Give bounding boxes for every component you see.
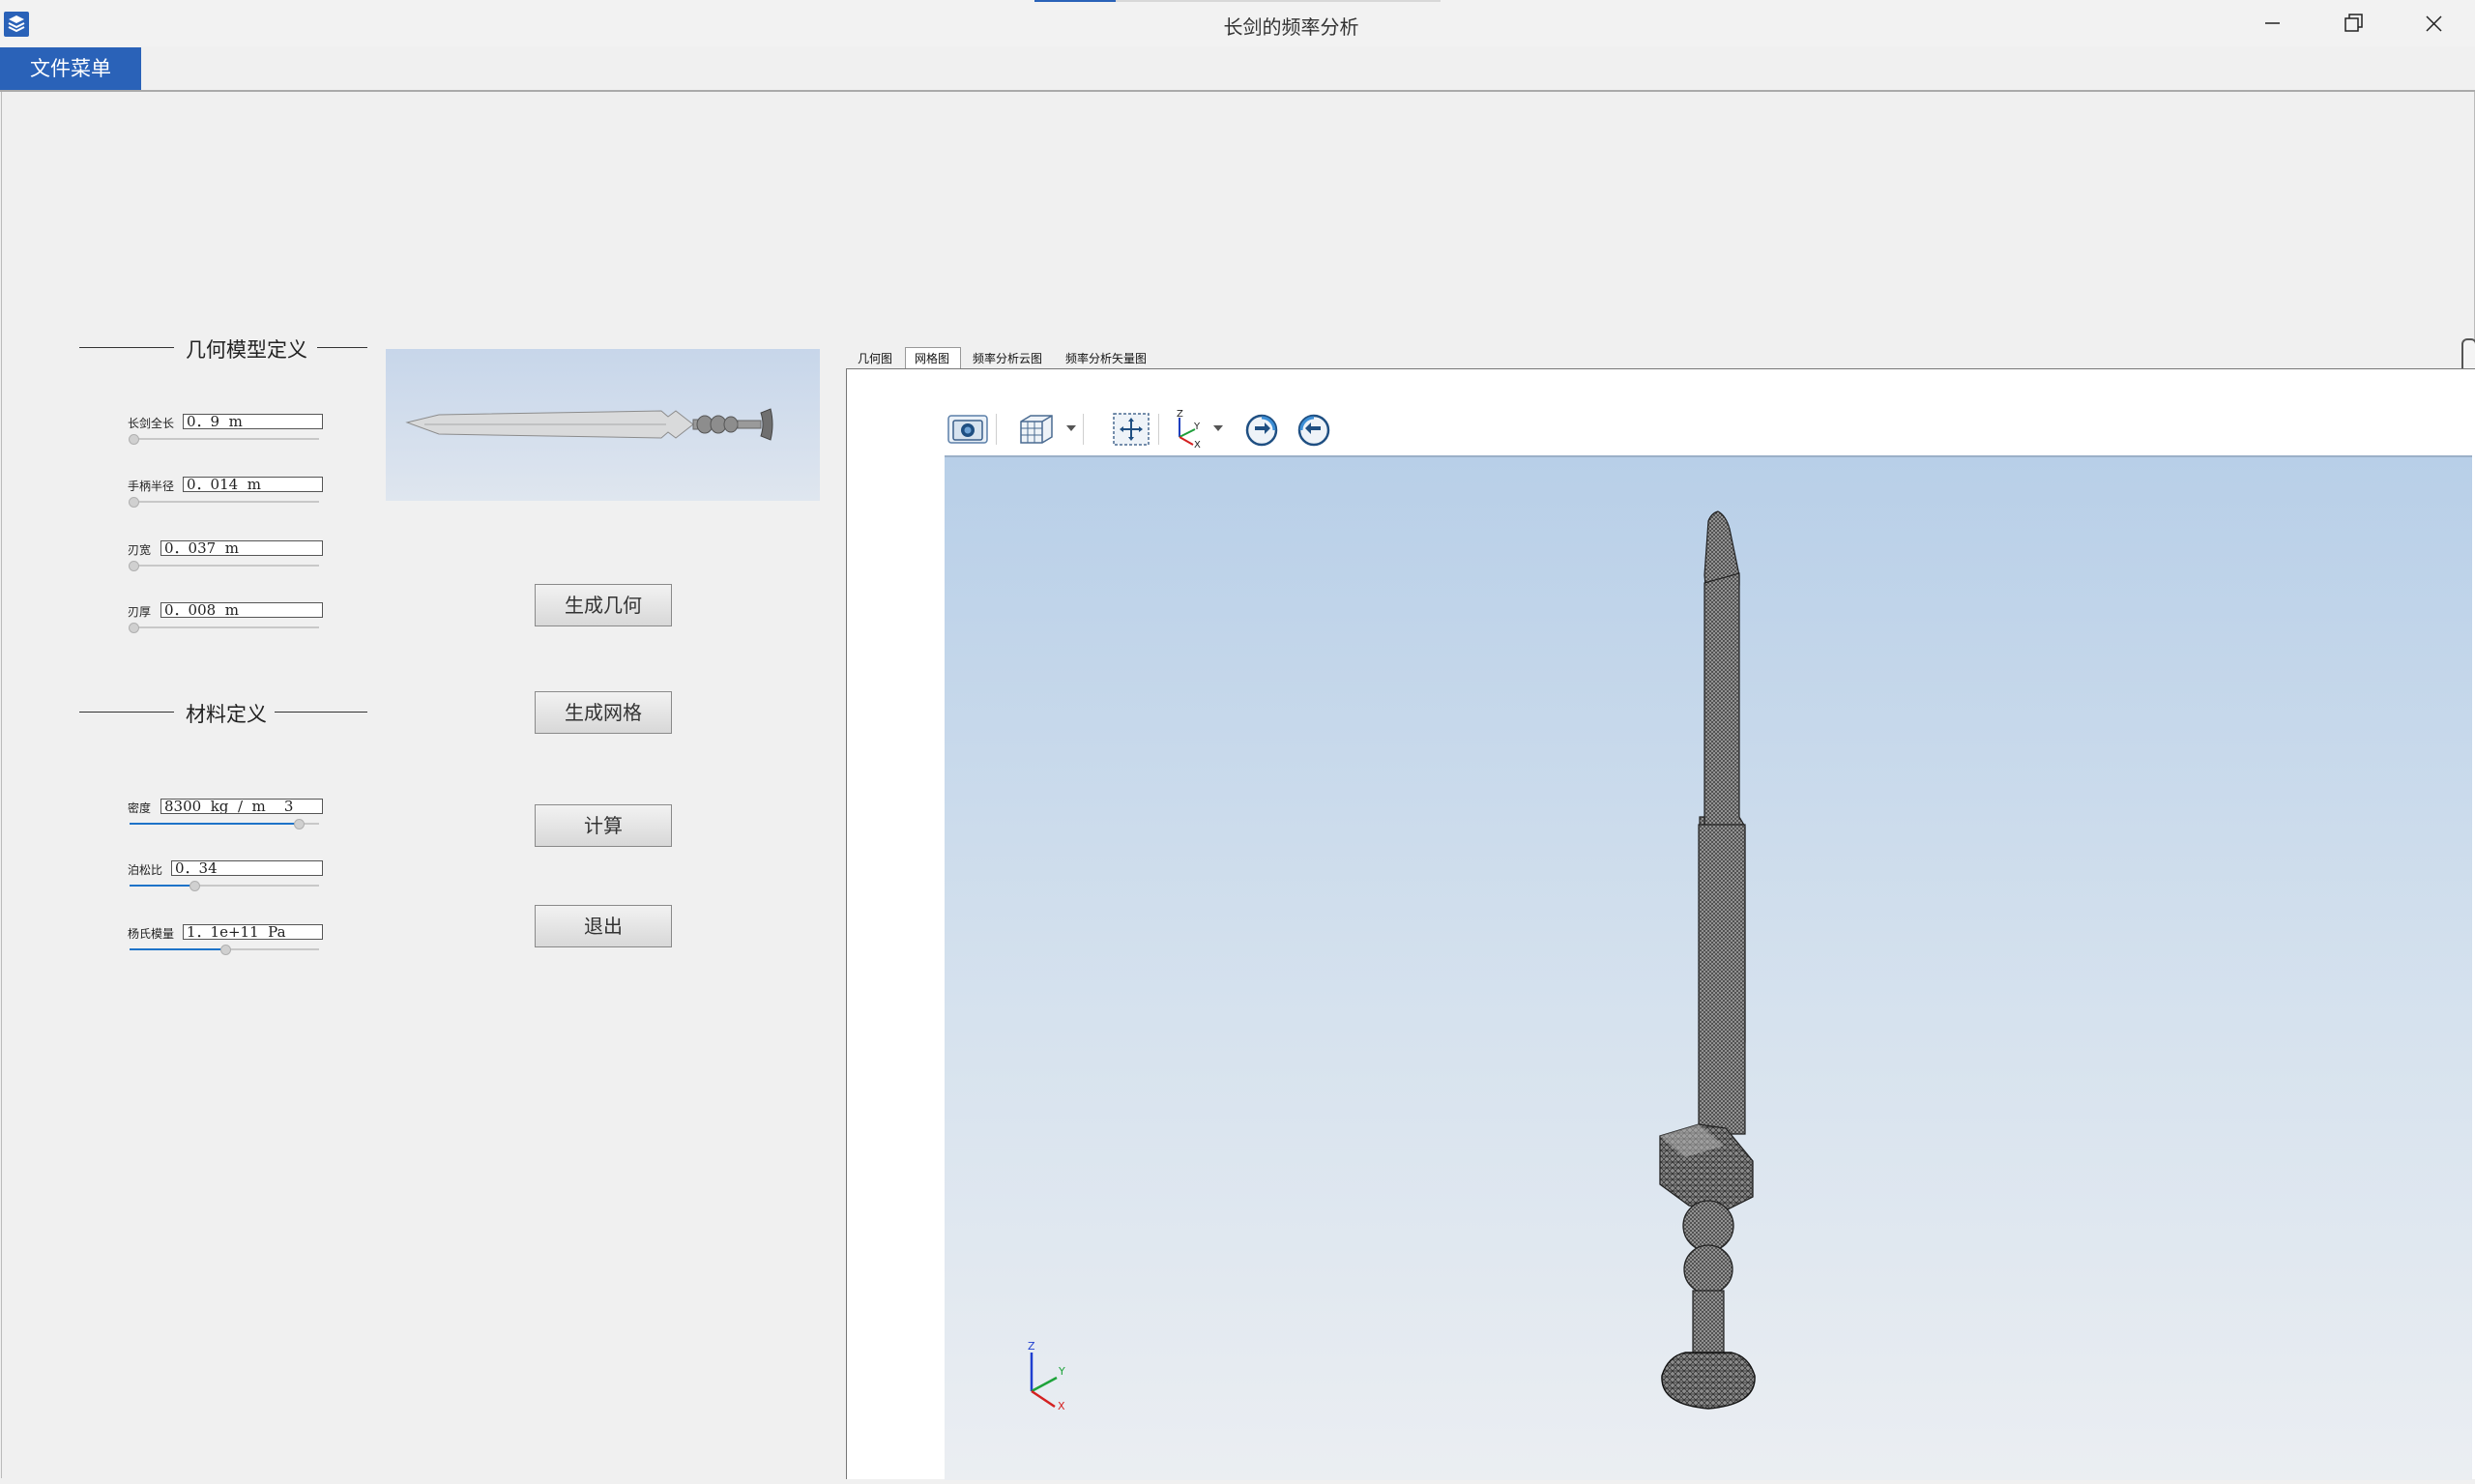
fit-view-icon[interactable] [1112, 412, 1150, 447]
param-label-poisson-ratio: 泊松比 [128, 863, 163, 877]
minimize-icon [2265, 22, 2280, 24]
view-cube-icon[interactable] [1017, 412, 1056, 447]
axis-label-x: X [1058, 1400, 1065, 1412]
restore-button[interactable] [2324, 4, 2382, 43]
youngs-modulus-field[interactable]: 1．1e+11 Pa [183, 924, 323, 940]
axes-orientation-icon[interactable]: Z Y X [1168, 408, 1203, 449]
param-label-density: 密度 [128, 801, 152, 815]
viewer-toolbar: Z Y X [944, 402, 2471, 454]
poisson-ratio-slider-fill [130, 885, 194, 887]
minimize-button[interactable] [2243, 4, 2301, 43]
sword-length-slider[interactable] [130, 438, 319, 440]
section-divider-left [79, 712, 174, 713]
section-divider-left [79, 347, 174, 348]
blade-width-slider[interactable] [130, 565, 319, 567]
close-button[interactable] [2405, 4, 2463, 43]
blade-width-field[interactable]: 0．037 m [160, 540, 323, 556]
density-field[interactable]: 8300 kg / m 3 [160, 799, 323, 814]
handle-radius-slider[interactable] [130, 501, 319, 503]
density-slider[interactable] [130, 823, 319, 825]
density-slider-thumb[interactable] [294, 819, 305, 829]
poisson-ratio-slider-thumb[interactable] [189, 881, 200, 891]
blade-width-slider-thumb[interactable] [129, 561, 139, 571]
title-bar: 长剑的频率分析 [0, 0, 2475, 46]
svg-text:Y: Y [1193, 422, 1201, 432]
toolbar-separator [996, 414, 997, 445]
chevron-down-icon[interactable] [1065, 423, 1077, 433]
generate-geometry-button[interactable]: 生成几何 [535, 584, 672, 626]
section-divider-right [317, 347, 367, 348]
density-slider-fill [130, 823, 298, 825]
tab-geometry-view[interactable]: 几何图 [851, 350, 899, 368]
param-label-sword-length: 长剑全长 [128, 417, 175, 430]
rotate-cw-icon[interactable] [1243, 412, 1280, 449]
svg-text:Z: Z [1177, 409, 1183, 420]
tab-mesh-view[interactable]: 网格图 [907, 350, 957, 368]
blade-thickness-slider[interactable] [130, 626, 319, 628]
section-divider-right [275, 712, 367, 713]
chevron-down-icon[interactable] [1212, 423, 1224, 433]
param-label-blade-width: 刃宽 [128, 543, 152, 557]
youngs-modulus-slider-thumb[interactable] [220, 945, 231, 955]
geometry-preview [386, 349, 820, 501]
camera-icon[interactable] [947, 414, 988, 445]
title-accent-line-light [1116, 0, 1441, 2]
material-section-title: 材料定义 [186, 703, 267, 726]
axis-label-z: Z [1028, 1340, 1035, 1353]
axes-triad [1030, 1353, 1058, 1409]
geometry-section-title: 几何模型定义 [186, 338, 307, 362]
param-label-handle-radius: 手柄半径 [128, 480, 175, 493]
blade-thickness-field[interactable]: 0．008 m [160, 602, 323, 618]
sword-mesh-render [1030, 510, 1756, 1410]
file-menu-button[interactable]: 文件菜单 [0, 47, 141, 90]
mesh-viewport[interactable]: Z Y X [945, 455, 2472, 1480]
poisson-ratio-slider[interactable] [130, 885, 319, 887]
exit-button[interactable]: 退出 [535, 905, 672, 947]
blade-thickness-slider-thumb[interactable] [129, 623, 139, 633]
title-accent-line [1034, 0, 1116, 2]
window-title: 长剑的频率分析 [1223, 15, 1359, 39]
generate-mesh-button[interactable]: 生成网格 [535, 691, 672, 734]
sword-preview-image [405, 408, 773, 441]
toolbar-separator [1158, 414, 1159, 445]
compute-button[interactable]: 计算 [535, 804, 672, 847]
restore-icon [2344, 14, 2363, 32]
axis-label-y: Y [1059, 1365, 1065, 1378]
param-label-youngs-modulus: 杨氏模量 [128, 927, 175, 941]
handle-radius-field[interactable]: 0．014 m [183, 477, 323, 492]
tab-frequency-contour[interactable]: 频率分析云图 [965, 350, 1050, 368]
svg-text:X: X [1194, 440, 1201, 449]
handle-radius-slider-thumb[interactable] [129, 497, 139, 508]
tab-frequency-vector[interactable]: 频率分析矢量图 [1058, 350, 1154, 368]
param-label-blade-thickness: 刃厚 [128, 605, 152, 619]
poisson-ratio-field[interactable]: 0．34 [171, 860, 323, 876]
toolbar-separator [1083, 414, 1084, 445]
sword-length-field[interactable]: 0．9 m [183, 414, 323, 429]
close-icon [2426, 15, 2442, 32]
youngs-modulus-slider-fill [130, 948, 224, 950]
sword-length-slider-thumb[interactable] [129, 434, 139, 445]
rotate-ccw-icon[interactable] [1296, 412, 1332, 449]
